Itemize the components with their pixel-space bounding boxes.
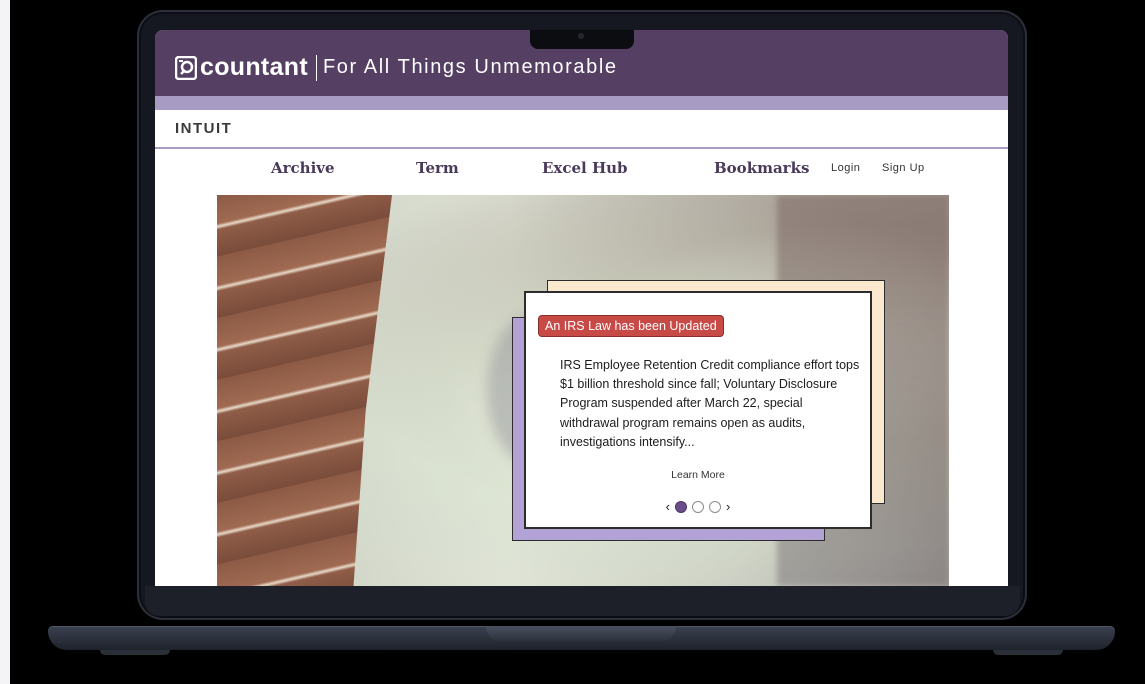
logo-text: countant	[200, 53, 308, 81]
nav-term[interactable]: Term	[416, 159, 459, 177]
laptop-foot-right	[993, 650, 1063, 655]
news-body: IRS Employee Retention Credit compliance…	[560, 358, 860, 449]
laptop-foot-left	[100, 650, 170, 655]
main-nav: Archive Term Excel Hub Bookmarks Login S…	[155, 149, 1008, 189]
site-logo[interactable]: countant For All Things Unmemorable	[175, 53, 618, 82]
nav-excel-hub[interactable]: Excel Hub	[542, 159, 628, 177]
news-card: An IRS Law has been Updated IRS Employee…	[524, 291, 872, 529]
camera-notch	[530, 30, 634, 49]
books-photo-area	[217, 195, 392, 586]
header-accent-band	[155, 96, 1008, 110]
learn-more-link[interactable]: Learn More	[526, 469, 870, 481]
carousel-dot-1[interactable]	[675, 500, 687, 513]
login-link[interactable]: Login	[831, 162, 860, 174]
carousel-pager: ‹ ›	[526, 500, 870, 513]
laptop-hinge	[486, 626, 676, 641]
nav-bookmarks[interactable]: Bookmarks	[714, 159, 809, 177]
camera-icon	[578, 33, 584, 39]
news-badge: An IRS Law has been Updated	[538, 315, 724, 337]
carousel-dot-3[interactable]	[709, 500, 721, 513]
laptop-bezel-bottom	[145, 586, 1020, 616]
intuit-logo[interactable]: INTUIT	[175, 120, 232, 137]
laptop-screen: countant For All Things Unmemorable INTU…	[155, 30, 1008, 586]
accountant-logo-icon	[175, 55, 197, 80]
chevron-right-icon[interactable]: ›	[726, 500, 730, 513]
carousel-dot-2[interactable]	[692, 500, 704, 513]
nav-archive[interactable]: Archive	[271, 159, 335, 177]
signup-link[interactable]: Sign Up	[882, 162, 925, 174]
intuit-bar: INTUIT	[155, 110, 1008, 149]
chevron-left-icon[interactable]: ‹	[666, 500, 670, 513]
site-tagline: For All Things Unmemorable	[322, 56, 618, 78]
logo-divider	[315, 54, 317, 81]
page-margin	[0, 0, 10, 684]
